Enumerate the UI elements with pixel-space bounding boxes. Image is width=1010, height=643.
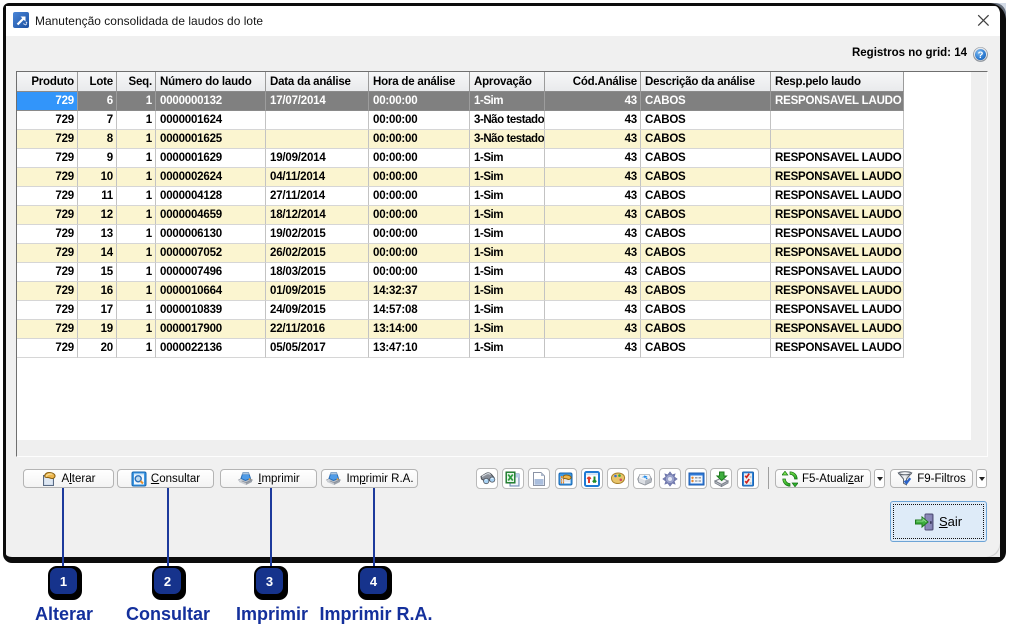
- svg-text:?: ?: [978, 50, 984, 61]
